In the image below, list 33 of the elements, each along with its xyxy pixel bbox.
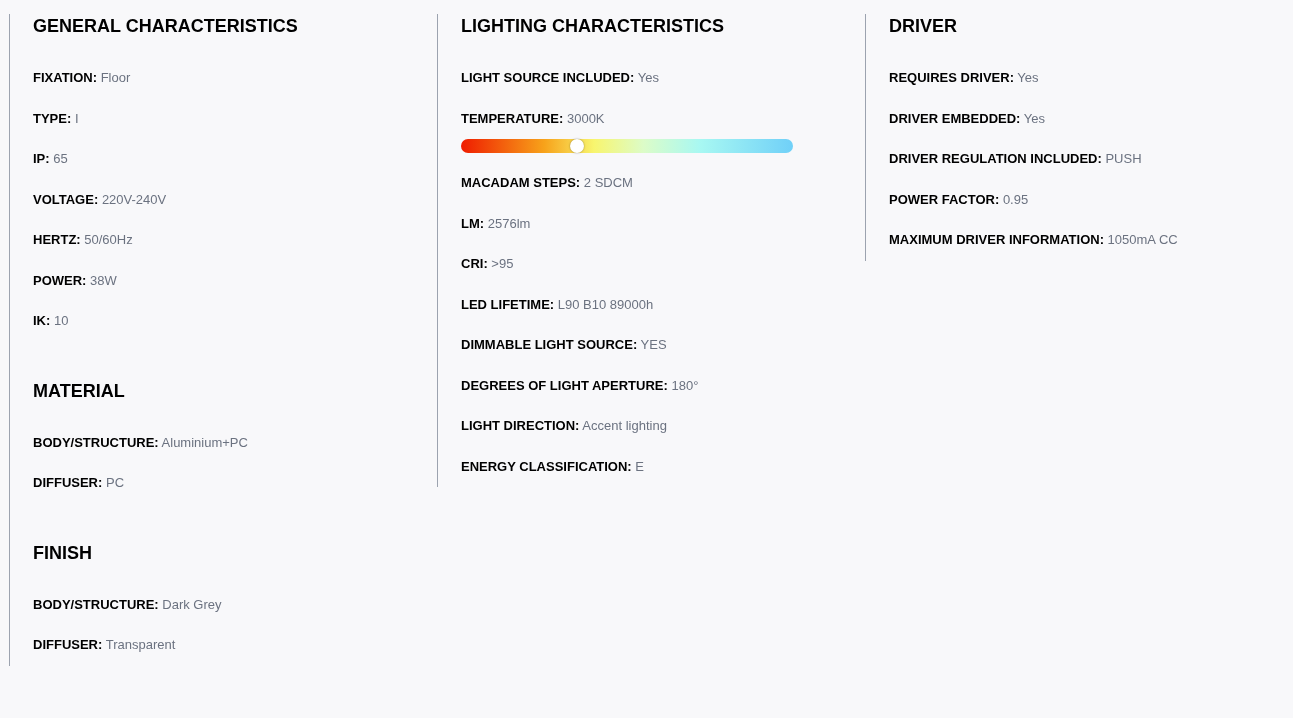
- spec-row: VOLTAGE: 220V-240V: [33, 191, 167, 208]
- spec-row: DIMMABLE LIGHT SOURCE: YES: [461, 337, 667, 354]
- color-temperature-slider[interactable]: [461, 139, 793, 153]
- spec-row: TYPE: I: [33, 110, 79, 127]
- spec-row: DRIVER EMBEDDED: Yes: [889, 110, 1046, 127]
- spec-row: POWER FACTOR: 0.95: [889, 191, 1029, 208]
- section-heading: GENERAL CHARACTERISTICS: [33, 15, 299, 38]
- spec-row: HERTZ: 50/60Hz: [33, 232, 133, 249]
- spec-row: IK: 10: [33, 313, 69, 330]
- spec-row: LED LIFETIME: L90 B10 89000h: [461, 296, 654, 313]
- spec-row: LIGHT DIRECTION: Accent lighting: [461, 418, 667, 435]
- spec-row: LIGHT SOURCE INCLUDED: Yes: [461, 70, 659, 87]
- spec-row: MACADAM STEPS: 2 SDCM: [461, 175, 633, 192]
- slider-thumb[interactable]: [570, 139, 585, 153]
- spec-row: LM: 2576lm: [461, 215, 531, 232]
- spec-row: POWER: 38W: [33, 272, 117, 289]
- spec-row: IP: 65: [33, 151, 68, 168]
- spec-row: REQUIRES DRIVER: Yes: [889, 70, 1039, 87]
- spec-row: BODY/STRUCTURE: Aluminium+PC: [33, 434, 248, 451]
- spec-row: CRI: >95: [461, 256, 514, 273]
- spec-row: ENERGY CLASSIFICATION: E: [461, 458, 644, 475]
- spec-row: TEMPERATURE: 3000K: [461, 110, 605, 127]
- section-heading: MATERIAL: [33, 379, 126, 403]
- section-heading: LIGHTING CHARACTERISTICS: [461, 15, 725, 38]
- spec-row: DRIVER REGULATION INCLUDED: PUSH: [889, 151, 1142, 168]
- section-heading: DRIVER: [889, 15, 958, 38]
- section-heading: FINISH: [33, 541, 93, 565]
- spec-row: DIFFUSER: Transparent: [33, 637, 176, 654]
- spec-row: FIXATION: Floor: [33, 70, 131, 87]
- spec-row: BODY/STRUCTURE: Dark Grey: [33, 596, 222, 613]
- spec-row: MAXIMUM DRIVER INFORMATION: 1050mA CC: [889, 232, 1178, 249]
- spec-row: DEGREES OF LIGHT APERTURE: 180°: [461, 377, 699, 394]
- spec-row: DIFFUSER: PC: [33, 475, 125, 492]
